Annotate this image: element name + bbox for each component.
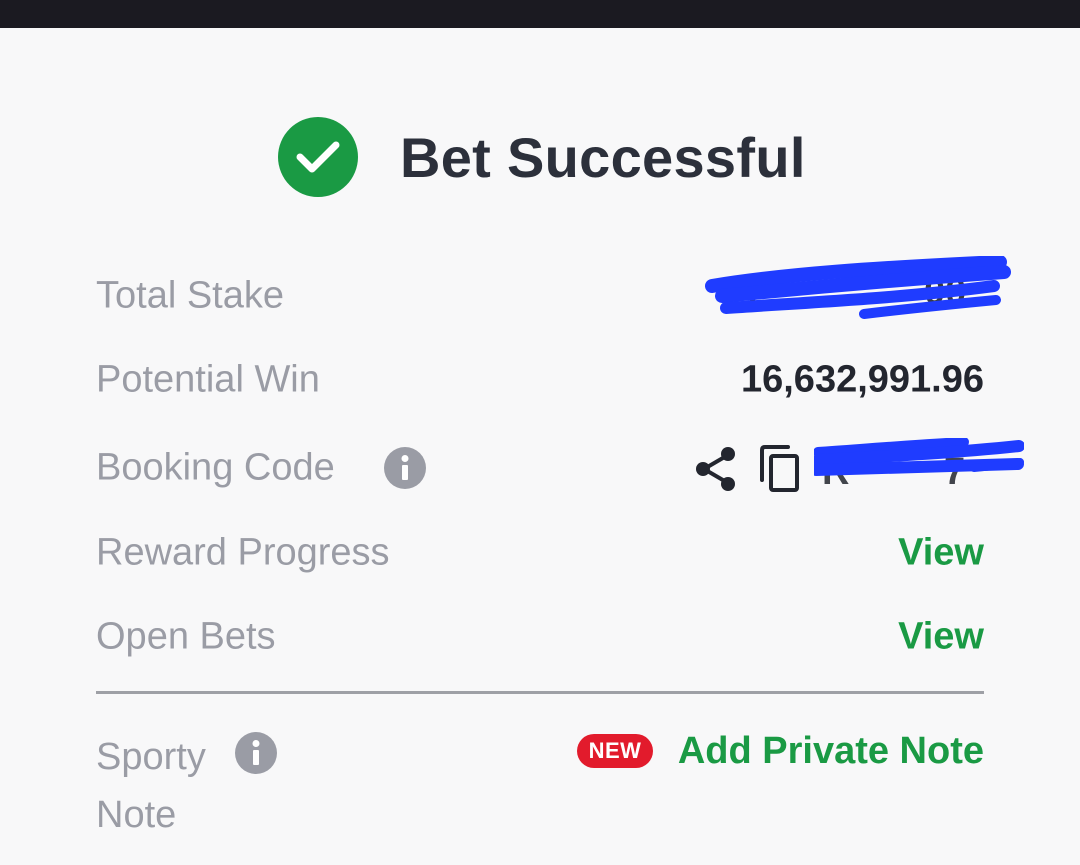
sporty-note-label-line1: Sporty [96, 736, 206, 778]
redaction-scribble [705, 256, 1011, 319]
open-bets-row: Open Bets View [96, 607, 984, 667]
potential-win-label: Potential Win [96, 358, 320, 401]
potential-win-value: 16,632,991.96 [740, 358, 984, 401]
reward-progress-view-link[interactable]: View [898, 532, 984, 575]
new-badge: NEW [577, 734, 653, 768]
total-stake-label: Total Stake [96, 274, 284, 317]
status-bar [0, 0, 1080, 28]
booking-code-row: Booking Code R 7 [96, 437, 1025, 498]
reward-progress-label: Reward Progress [96, 531, 390, 574]
potential-win-row: Potential Win 16,632,991.96 [96, 350, 984, 410]
booking-code-value[interactable]: R 7 [810, 437, 1025, 498]
booking-code-label: Booking Code [96, 446, 335, 489]
info-icon[interactable] [384, 447, 426, 489]
page-title: Bet Successful [400, 125, 806, 189]
sporty-note-label-line2: Note [96, 794, 177, 836]
reward-progress-row: Reward Progress View [96, 523, 984, 583]
share-icon[interactable] [694, 446, 740, 492]
open-bets-label: Open Bets [96, 615, 276, 658]
note-info-icon[interactable] [235, 732, 277, 774]
total-stake-row: Total Stake 7 00 [96, 256, 1011, 326]
add-private-note-button[interactable]: Add Private Note [678, 726, 984, 776]
bet-status-header: Bet Successful [278, 117, 806, 197]
check-circle-icon [278, 117, 358, 197]
booking-code-actions: R 7 [694, 437, 1025, 498]
open-bets-view-link[interactable]: View [898, 616, 984, 659]
divider [96, 691, 984, 694]
copy-icon[interactable] [756, 444, 806, 494]
sporty-note-label: Sporty Note [96, 728, 206, 844]
